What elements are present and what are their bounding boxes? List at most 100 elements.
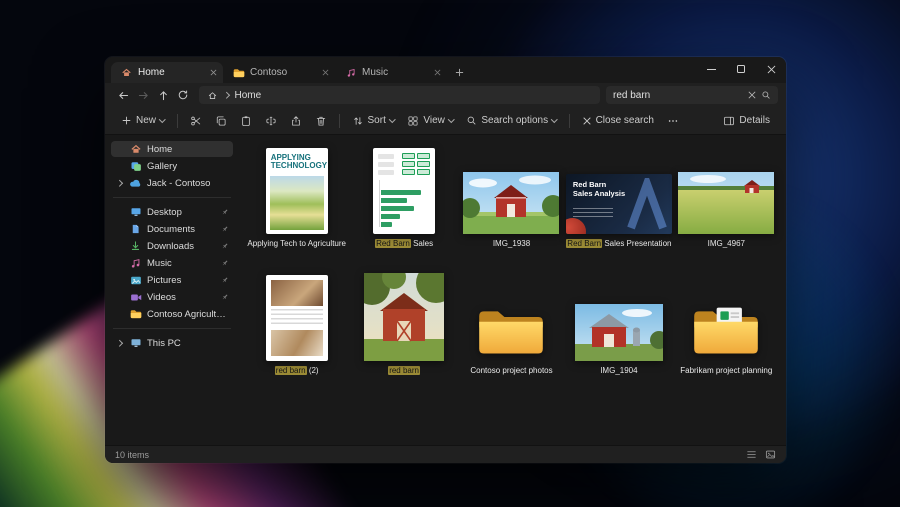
chevron-right-icon[interactable]	[115, 179, 124, 187]
sidebar-item-downloads[interactable]: Downloads	[111, 238, 233, 254]
tab-label: Contoso	[250, 67, 288, 78]
navigation-pane: Home Gallery Jack - Contoso Desktop Docu…	[105, 135, 237, 445]
sidebar-item-label: Pictures	[147, 274, 182, 286]
sidebar-item-contoso-agriculture-project[interactable]: Contoso Agriculture Project	[111, 306, 233, 322]
download-icon	[129, 240, 142, 252]
file-img-1904[interactable]: IMG_1904	[565, 267, 672, 378]
tab-close-icon[interactable]	[322, 69, 329, 76]
close-search-icon	[582, 116, 592, 126]
view-button[interactable]: View	[401, 112, 459, 130]
sidebar-item-pictures[interactable]: Pictures	[111, 272, 233, 288]
chevron-down-icon	[388, 116, 396, 123]
file-name: Red Barn Sales Presentation	[566, 239, 671, 249]
search-box	[606, 86, 778, 104]
sidebar-item-home[interactable]: Home	[111, 141, 233, 157]
details-button[interactable]: Details	[717, 112, 776, 130]
file-name-highlight: red barn	[274, 366, 307, 375]
maximize-button[interactable]	[726, 57, 756, 81]
view-button-label: View	[423, 115, 445, 126]
file-name: red barn (2)	[274, 366, 319, 376]
sidebar-item-gallery[interactable]: Gallery	[111, 158, 233, 174]
tab-music[interactable]: Music	[335, 62, 447, 83]
file-red-barn-sales[interactable]: Red Barn Sales	[350, 140, 457, 251]
file-img-4967[interactable]: IMG_4967	[673, 140, 780, 251]
search-results-grid: APPLYING TECHNOLOGY Applying Tech to Agr…	[237, 135, 786, 445]
close-search-label: Close search	[595, 115, 654, 126]
breadcrumb-home-icon	[207, 90, 218, 101]
sidebar-item-onedrive-jack-contoso[interactable]: Jack - Contoso	[111, 175, 233, 191]
chevron-down-icon	[447, 116, 455, 123]
more-options-button[interactable]	[661, 112, 685, 130]
photo-thumbnail	[574, 269, 663, 361]
search-options-label: Search options	[481, 115, 549, 126]
folder-contoso-project-photos[interactable]: Contoso project photos	[458, 267, 565, 378]
window-controls	[696, 57, 786, 81]
toolbar-divider	[568, 113, 570, 128]
slide-text-lines	[572, 208, 613, 218]
pin-icon	[221, 242, 229, 250]
photo-thumbnail	[364, 269, 445, 361]
sidebar-item-this-pc[interactable]: This PC	[111, 335, 233, 351]
share-button[interactable]	[284, 112, 308, 130]
refresh-button[interactable]	[173, 85, 193, 105]
new-tab-button[interactable]	[447, 62, 471, 83]
sidebar-item-label: Downloads	[147, 240, 194, 252]
file-name-highlight: Red Barn	[375, 239, 411, 248]
toolbar-divider	[176, 113, 178, 128]
tab-home[interactable]: Home	[111, 62, 223, 83]
cut-button[interactable]	[184, 112, 208, 130]
rename-button[interactable]	[259, 112, 283, 130]
sidebar-item-label: Home	[147, 143, 173, 155]
up-button[interactable]	[153, 85, 173, 105]
folder-icon	[232, 68, 245, 78]
title-bar: Home Contoso Music	[105, 57, 786, 83]
chevron-right-icon[interactable]	[115, 339, 124, 347]
file-img-1938[interactable]: IMG_1938	[458, 140, 565, 251]
details-view-toggle-icon[interactable]	[746, 449, 757, 460]
sidebar-item-desktop[interactable]: Desktop	[111, 204, 233, 220]
back-button[interactable]	[113, 85, 133, 105]
tab-close-icon[interactable]	[434, 69, 441, 76]
slide-graphic	[624, 178, 670, 230]
view-grid-icon	[407, 115, 419, 127]
folder-icon	[129, 309, 142, 319]
close-search-button[interactable]: Close search	[576, 112, 660, 129]
sidebar-item-label: Gallery	[147, 160, 178, 172]
sort-button[interactable]: Sort	[346, 112, 401, 130]
forward-button[interactable]	[133, 85, 153, 105]
new-button[interactable]: New	[115, 112, 171, 129]
search-icon[interactable]	[761, 90, 771, 100]
delete-button[interactable]	[309, 112, 333, 130]
folder-fabrikam-project-planning[interactable]: Fabrikam project planning	[673, 267, 780, 378]
sidebar-item-documents[interactable]: Documents	[111, 221, 233, 237]
search-options-button[interactable]: Search options	[460, 112, 562, 129]
file-red-barn-photo[interactable]: red barn	[350, 267, 457, 378]
sidebar-item-videos[interactable]: Videos	[111, 289, 233, 305]
file-name: IMG_1938	[493, 239, 530, 249]
pictures-icon	[129, 275, 142, 286]
file-red-barn-2-document[interactable]: red barn (2)	[243, 267, 350, 378]
minimize-button[interactable]	[696, 57, 726, 81]
document-thumbnail	[265, 269, 328, 361]
paste-button[interactable]	[234, 112, 258, 130]
spreadsheet-thumbnail	[373, 142, 436, 234]
tab-close-icon[interactable]	[210, 69, 217, 76]
large-thumbnails-view-toggle-icon[interactable]	[765, 449, 776, 460]
file-applying-tech-to-agriculture[interactable]: APPLYING TECHNOLOGY Applying Tech to Agr…	[243, 140, 350, 251]
sort-icon	[352, 115, 364, 127]
search-input[interactable]	[613, 89, 743, 101]
copy-button[interactable]	[209, 112, 233, 130]
main-area: Home Gallery Jack - Contoso Desktop Docu…	[105, 135, 786, 445]
document-thumbnail-photo	[270, 330, 323, 356]
sort-button-label: Sort	[367, 115, 386, 126]
file-red-barn-sales-presentation[interactable]: Red Barn Sales Analysis Red Barn Sales P…	[565, 140, 672, 251]
close-button[interactable]	[756, 57, 786, 81]
breadcrumb[interactable]: Home	[199, 86, 600, 104]
sidebar-item-music[interactable]: Music	[111, 255, 233, 271]
document-icon	[129, 223, 142, 235]
tab-contoso[interactable]: Contoso	[223, 62, 335, 83]
sidebar-item-label: Documents	[147, 223, 196, 235]
clear-search-icon[interactable]	[748, 91, 756, 99]
sidebar-item-label: Jack - Contoso	[147, 177, 211, 189]
music-note-icon	[129, 258, 142, 269]
